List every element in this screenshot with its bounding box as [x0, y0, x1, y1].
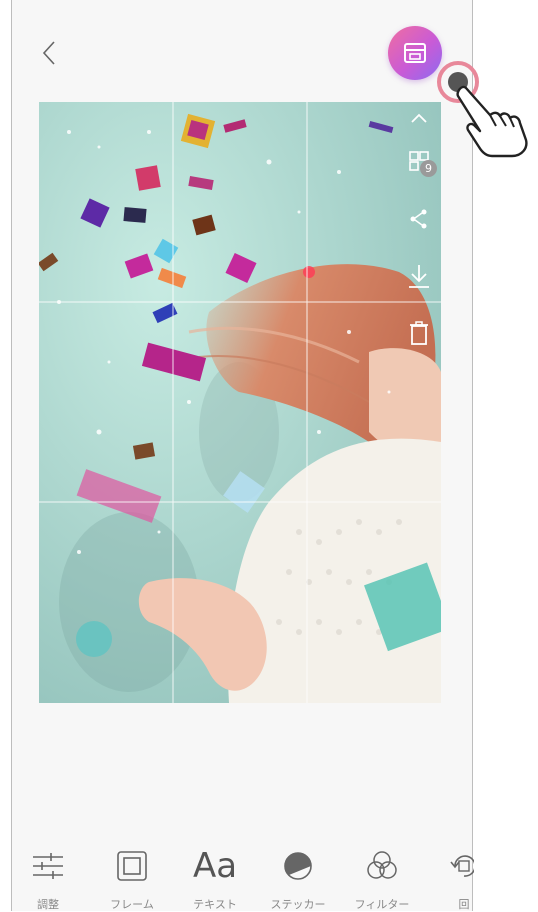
share-icon: [410, 209, 427, 229]
chevron-left-icon: [42, 41, 55, 65]
tool-filter-label: フィルター: [354, 898, 410, 911]
share-button[interactable]: [404, 204, 434, 234]
filter-icon: [367, 851, 397, 879]
tool-filter[interactable]: フィルター: [342, 838, 422, 911]
print-icon: [404, 43, 426, 63]
download-icon: [409, 265, 429, 288]
confetti-photo: [39, 102, 441, 703]
rotate-icon: [450, 855, 474, 877]
tool-adjust-label: 調整: [37, 898, 59, 911]
tool-adjust[interactable]: 調整: [8, 838, 88, 911]
trash-icon: [410, 321, 428, 345]
tool-frame[interactable]: フレーム: [92, 838, 172, 911]
tool-text-label: テキスト: [193, 898, 237, 911]
tool-sticker-label: ステッカー: [270, 898, 326, 911]
save-button[interactable]: [404, 261, 434, 291]
tool-text[interactable]: Aa テキスト: [175, 838, 255, 911]
tool-sticker[interactable]: ステッカー: [258, 838, 338, 911]
frame-icon: [117, 851, 147, 881]
split-print-button[interactable]: 9: [404, 146, 437, 177]
text-aa-icon: Aa: [192, 846, 238, 886]
sliders-icon: [33, 853, 63, 879]
back-button[interactable]: [36, 36, 66, 70]
delete-button[interactable]: [404, 318, 434, 348]
tool-rotate[interactable]: 回: [424, 838, 474, 911]
tool-rotate-label: 回: [458, 898, 470, 911]
tool-frame-label: フレーム: [110, 898, 154, 911]
sticker-icon: [284, 852, 312, 880]
tap-hand-icon: [437, 61, 528, 158]
app-screen: 9 調整 フレーム Aa テキスト ステッカー フィルター 回: [11, 0, 474, 911]
side-toolbar: 9: [404, 104, 437, 354]
bottom-toolbar: 調整 フレーム Aa テキスト ステッカー フィルター 回: [12, 838, 474, 911]
collapse-button[interactable]: [404, 104, 434, 134]
chevron-up-icon: [411, 113, 427, 123]
photo-preview[interactable]: [39, 102, 441, 703]
split-count-badge: 9: [420, 160, 437, 177]
